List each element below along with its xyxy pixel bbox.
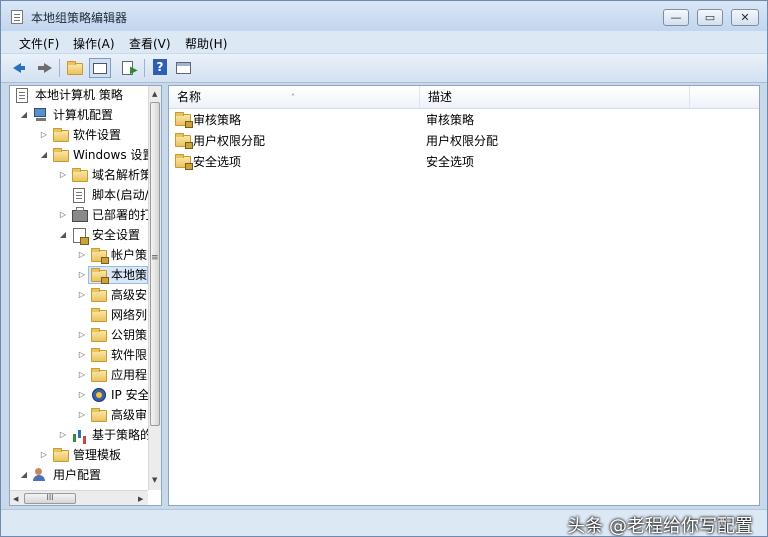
scroll-grip-icon: ≡ (151, 253, 159, 263)
tree-vertical-scroll-thumb[interactable]: ≡ (150, 102, 160, 426)
column-header-description[interactable]: 描述 (420, 86, 690, 108)
expand-toggle[interactable]: ◢ (59, 231, 67, 239)
back-arrow-icon (13, 63, 25, 73)
expand-toggle[interactable]: ▷ (78, 271, 86, 279)
expand-toggle[interactable]: ▷ (78, 391, 86, 399)
folder-icon (53, 148, 69, 162)
main-window: 本地组策略编辑器 — ▭ ✕ 文件(F) 操作(A) 查看(V) 帮助(H) ▶… (0, 0, 768, 537)
maximize-button[interactable]: ▭ (697, 9, 723, 26)
expand-toggle[interactable]: ▷ (78, 251, 86, 259)
forward-button[interactable] (34, 58, 54, 78)
expand-toggle[interactable]: ◢ (20, 111, 28, 119)
security-settings-icon (73, 228, 89, 245)
folder-icon (72, 168, 88, 182)
scroll-up-arrow-icon[interactable]: ▲ (152, 90, 157, 98)
expand-toggle[interactable]: ▷ (59, 171, 67, 179)
folder-icon (53, 448, 69, 462)
menu-bar: 文件(F) 操作(A) 查看(V) 帮助(H) (1, 31, 767, 53)
menu-view[interactable]: 查看(V) (129, 35, 171, 52)
policy-editor-icon (11, 10, 23, 24)
toolbar-separator (144, 59, 145, 77)
list-item-security-options[interactable]: 安全选项 安全选项 (169, 152, 759, 172)
window-title: 本地组策略编辑器 (31, 11, 128, 25)
status-bar: 头条 @老程给你写配置 (1, 509, 767, 537)
folder-lock-icon (91, 268, 109, 284)
close-button[interactable]: ✕ (731, 9, 759, 26)
show-hide-tree-button[interactable] (89, 58, 111, 78)
users-icon (33, 468, 49, 482)
back-button[interactable] (11, 58, 31, 78)
expand-toggle[interactable]: ▷ (78, 411, 86, 419)
folder-icon (91, 348, 107, 362)
folder-lock-icon (175, 154, 193, 170)
list-header: 名称 ˄ 描述 (169, 86, 759, 109)
menu-help[interactable]: 帮助(H) (185, 35, 227, 52)
folder-lock-icon (91, 248, 109, 264)
expand-toggle[interactable]: ▷ (59, 431, 67, 439)
list-item-user-rights[interactable]: 用户权限分配 用户权限分配 (169, 131, 759, 151)
up-folder-icon (67, 61, 83, 75)
policy-doc-icon (16, 88, 28, 103)
expand-toggle[interactable]: ▷ (78, 291, 86, 299)
scroll-left-arrow-icon[interactable]: ◀ (13, 495, 18, 503)
sort-ascending-icon: ˄ (291, 93, 295, 102)
menu-action[interactable]: 操作(A) (73, 35, 115, 52)
tree-horizontal-scroll-thumb[interactable]: III (24, 493, 76, 504)
list-item-audit-policy[interactable]: 审核策略 审核策略 (169, 110, 759, 130)
menu-file[interactable]: 文件(F) (19, 35, 59, 52)
console-tree[interactable]: 本地计算机 策略 ◢ 计算机配置 ▷ 软件设置 ◢ Windows 设置 ▷ 域名解析策… (9, 85, 162, 506)
folder-icon (91, 288, 107, 302)
toolbar-separator (59, 59, 60, 77)
folder-lock-icon (175, 112, 193, 128)
up-one-level-button[interactable] (65, 58, 85, 78)
toolbar: ▶ ? (1, 54, 767, 83)
expand-toggle[interactable]: ▷ (40, 131, 48, 139)
folder-icon (91, 328, 107, 342)
scroll-down-arrow-icon[interactable]: ▼ (152, 476, 157, 484)
expand-toggle[interactable]: ▷ (40, 451, 48, 459)
export-list-button[interactable]: ▶ (119, 58, 139, 78)
details-list[interactable]: 名称 ˄ 描述 审核策略 审核策略 用户权限分配 用户权限分配 安全选项 安全选项 (168, 85, 760, 506)
show-hide-tree-icon (93, 63, 107, 74)
folder-icon (91, 368, 107, 382)
title-bar[interactable]: 本地组策略编辑器 — ▭ ✕ (1, 1, 767, 31)
printer-icon (72, 207, 88, 222)
folder-icon (53, 128, 69, 142)
properties-icon (176, 62, 191, 74)
column-header-name[interactable]: 名称 ˄ (169, 86, 420, 108)
computer-icon (33, 108, 49, 122)
minimize-button[interactable]: — (663, 9, 689, 26)
folder-icon (91, 308, 107, 322)
ip-security-icon (92, 388, 106, 402)
scroll-right-arrow-icon[interactable]: ▶ (138, 495, 143, 503)
folder-lock-icon (175, 133, 193, 149)
script-icon (73, 188, 85, 203)
watermark: 头条 @老程给你写配置 (567, 516, 753, 537)
tree-vertical-scrollbar[interactable]: ▲ ≡ ▼ (148, 86, 161, 490)
expand-toggle[interactable]: ▷ (78, 371, 86, 379)
forward-arrow-icon (38, 63, 52, 73)
expand-toggle[interactable]: ◢ (40, 151, 48, 159)
expand-toggle[interactable]: ▷ (78, 351, 86, 359)
expand-toggle[interactable]: ▷ (78, 331, 86, 339)
tree-horizontal-scrollbar[interactable]: ◀ III ▶ (10, 490, 148, 505)
bar-chart-icon (72, 428, 88, 442)
help-button[interactable]: ? (151, 58, 171, 78)
folder-icon (91, 408, 107, 422)
properties-button[interactable] (174, 58, 194, 78)
expand-toggle[interactable]: ◢ (20, 471, 28, 479)
expand-toggle[interactable]: ▷ (59, 211, 67, 219)
help-icon: ? (153, 59, 167, 75)
